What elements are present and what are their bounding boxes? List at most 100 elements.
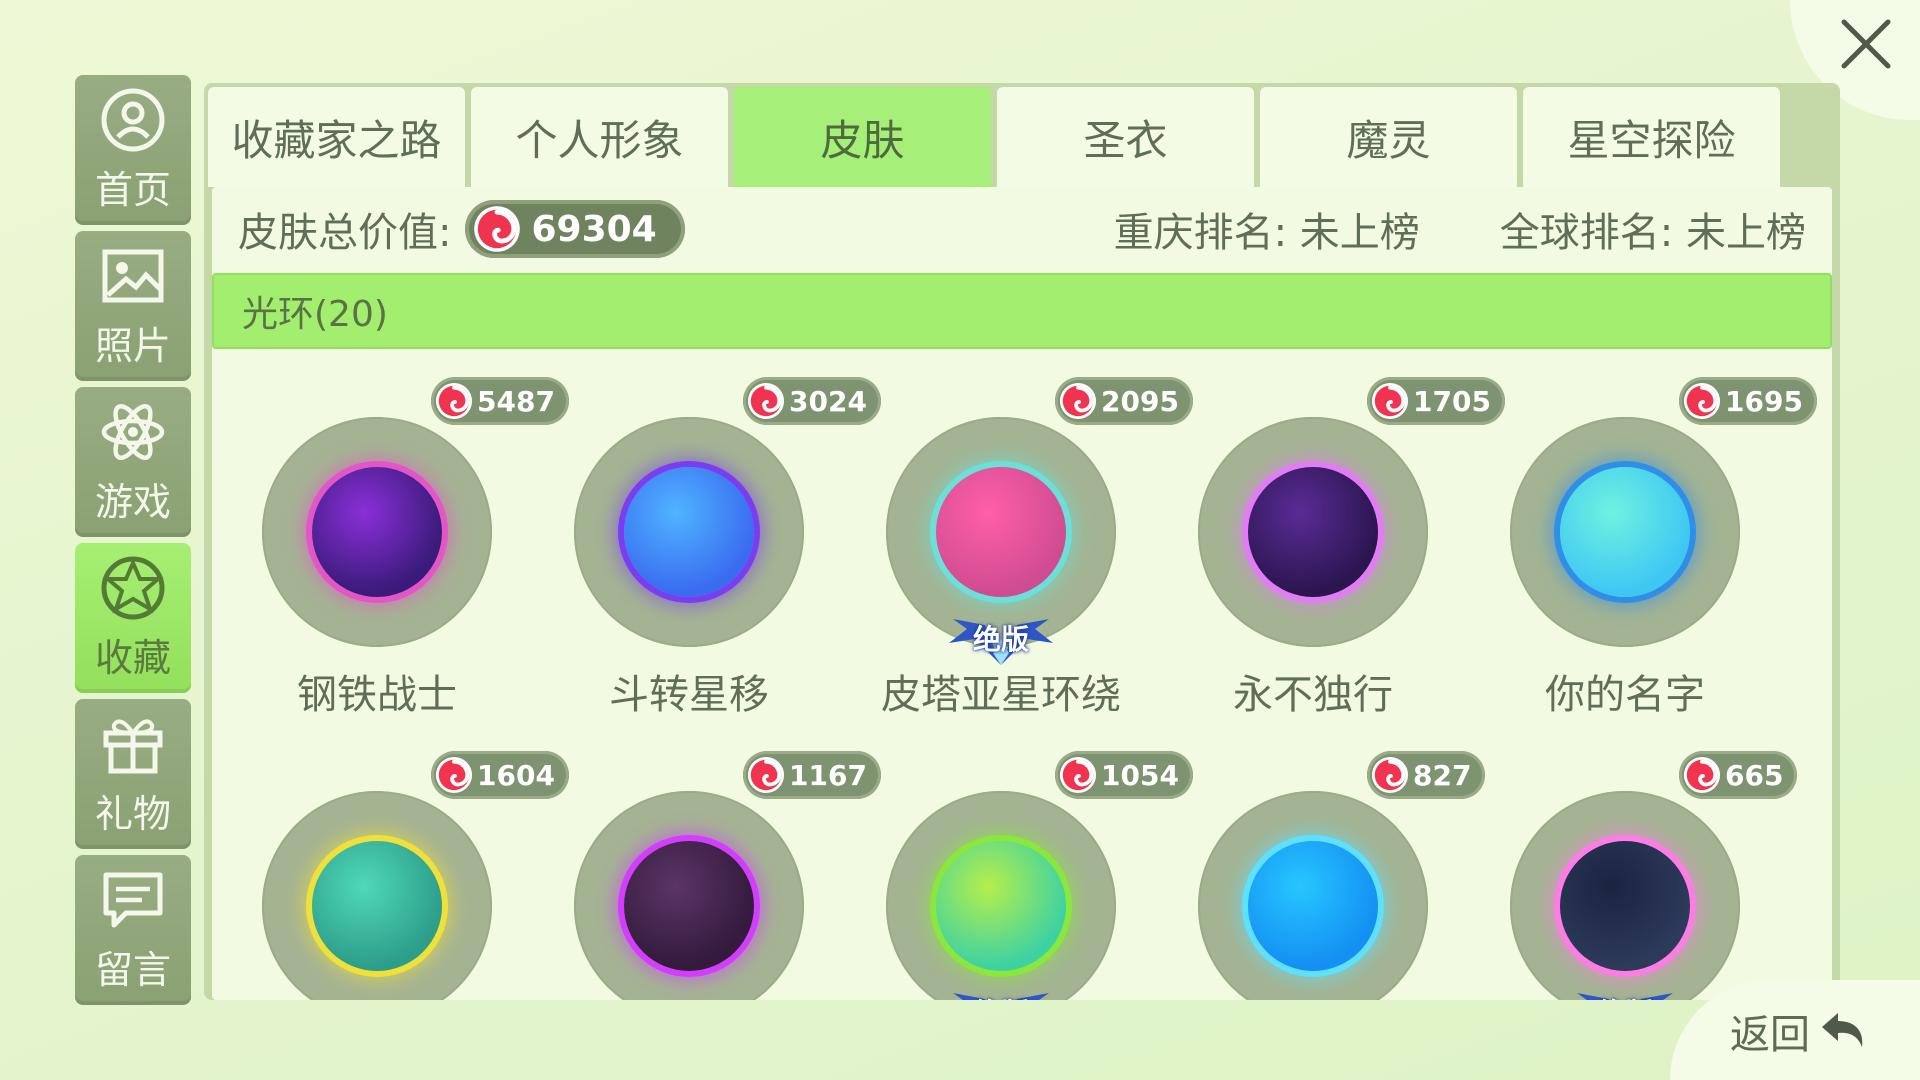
skin-item[interactable]: 1705 永不独行 bbox=[1182, 377, 1505, 718]
limited-badge-label: 绝版 bbox=[972, 623, 1029, 656]
home-person-icon bbox=[101, 88, 165, 151]
item-grid: 5487 钢铁战士 3024 斗转星移 2095 绝版 皮塔亚星环绕 1705 永不独行 1695… bbox=[212, 349, 1832, 1000]
skin-item[interactable]: 827 bbox=[1182, 751, 1494, 1000]
price-badge: 1167 bbox=[743, 751, 881, 799]
content-area: 皮肤总价值: 69304 重庆排名: 未上榜 全球排名: 未上榜 光环(20) … bbox=[212, 187, 1832, 1000]
price-value: 1054 bbox=[1101, 758, 1179, 792]
price-badge: 665 bbox=[1679, 751, 1798, 799]
sidebar-item-label: 收藏 bbox=[94, 635, 171, 680]
price-value: 2095 bbox=[1101, 384, 1179, 418]
candy-icon bbox=[1371, 382, 1409, 420]
halo-preview bbox=[936, 841, 1066, 971]
sidebar-item-home[interactable]: 首页 bbox=[75, 75, 191, 225]
candy-icon bbox=[747, 382, 785, 420]
star-collection-icon bbox=[101, 556, 165, 619]
sidebar-item-message[interactable]: 留言 bbox=[75, 855, 191, 1005]
message-icon bbox=[103, 872, 163, 927]
halo-preview bbox=[1248, 841, 1378, 971]
price-value: 1167 bbox=[789, 758, 867, 792]
close-button[interactable] bbox=[1834, 12, 1898, 76]
skin-item[interactable]: 1604 bbox=[246, 751, 569, 1000]
tab-star-exploration[interactable]: 星空探险 bbox=[1523, 87, 1780, 187]
tab-spirit[interactable]: 魔灵 bbox=[1260, 87, 1517, 187]
limited-badge-label: 绝版 bbox=[973, 992, 1029, 1000]
skin-item[interactable]: 1695 你的名字 bbox=[1494, 377, 1817, 718]
sidebar-item-label: 首页 bbox=[94, 167, 171, 212]
halo-frame bbox=[1198, 791, 1428, 1000]
total-value: 69304 bbox=[531, 208, 657, 250]
price-value: 1705 bbox=[1413, 384, 1491, 418]
close-icon bbox=[1841, 19, 1891, 69]
candy-icon bbox=[1683, 756, 1721, 794]
category-label: 光环(20) bbox=[242, 294, 388, 335]
price-badge: 1604 bbox=[431, 751, 569, 799]
tab-skin[interactable]: 皮肤 bbox=[734, 87, 991, 187]
price-value: 1604 bbox=[477, 758, 555, 792]
halo-preview bbox=[1560, 841, 1690, 971]
item-name: 斗转星移 bbox=[609, 672, 769, 718]
item-name: 你的名字 bbox=[1545, 672, 1705, 718]
sidebar-item-collection[interactable]: 收藏 bbox=[75, 543, 191, 693]
halo-preview bbox=[624, 841, 754, 971]
limited-badge: 绝版 bbox=[945, 609, 1057, 667]
skin-item[interactable]: 5487 钢铁战士 bbox=[246, 377, 569, 718]
sidebar-item-game[interactable]: 游戏 bbox=[75, 387, 191, 537]
halo-frame bbox=[1510, 791, 1740, 1000]
halo-preview bbox=[1248, 467, 1378, 597]
sidebar-item-label: 礼物 bbox=[94, 791, 171, 836]
price-value: 827 bbox=[1413, 758, 1472, 792]
tab-collector-road[interactable]: 收藏家之路 bbox=[208, 87, 465, 187]
total-value-label: 皮肤总价值: bbox=[238, 210, 452, 256]
price-badge: 5487 bbox=[431, 377, 569, 425]
halo-frame bbox=[574, 791, 804, 1000]
halo-frame bbox=[262, 417, 492, 647]
skin-item[interactable]: 2095 绝版皮塔亚星环绕 bbox=[870, 377, 1193, 718]
price-value: 5487 bbox=[477, 384, 555, 418]
skin-item[interactable]: 1167 bbox=[558, 751, 881, 1000]
limited-badge: 绝版 bbox=[945, 983, 1057, 1000]
sidebar: 首页 照片 游戏 收藏 礼物 留言 bbox=[75, 75, 191, 1005]
price-badge: 3024 bbox=[743, 377, 881, 425]
tab-holy-cloth[interactable]: 圣衣 bbox=[997, 87, 1254, 187]
tab-bar: 收藏家之路 个人形象 皮肤 圣衣 魔灵 星空探险 bbox=[208, 87, 1836, 187]
halo-frame bbox=[886, 791, 1116, 1000]
total-value-badge: 69304 bbox=[465, 200, 685, 258]
photo-icon bbox=[102, 249, 164, 302]
sidebar-item-label: 游戏 bbox=[94, 479, 171, 524]
price-badge: 2095 bbox=[1055, 377, 1193, 425]
limited-badge: 绝版 bbox=[1569, 983, 1681, 1000]
candy-icon bbox=[435, 756, 473, 794]
sidebar-item-gift[interactable]: 礼物 bbox=[75, 699, 191, 849]
candy-icon bbox=[1683, 382, 1721, 420]
sidebar-item-label: 照片 bbox=[94, 323, 171, 368]
halo-frame bbox=[1198, 417, 1428, 647]
price-badge: 1705 bbox=[1367, 377, 1505, 425]
candy-icon bbox=[1371, 756, 1409, 794]
halo-frame bbox=[1510, 417, 1740, 647]
main-panel: 收藏家之路 个人形象 皮肤 圣衣 魔灵 星空探险 皮肤总价值: 69304 重庆… bbox=[204, 83, 1840, 1000]
candy-icon bbox=[1059, 382, 1097, 420]
skin-item[interactable]: 1054 绝版 bbox=[870, 751, 1193, 1000]
candy-icon bbox=[1059, 756, 1097, 794]
skin-item[interactable]: 3024 斗转星移 bbox=[558, 377, 881, 718]
candy-icon bbox=[474, 206, 521, 252]
back-arrow-icon bbox=[1822, 1013, 1863, 1047]
halo-preview bbox=[624, 467, 754, 597]
halo-frame bbox=[574, 417, 804, 647]
sidebar-item-label: 留言 bbox=[94, 947, 171, 992]
limited-badge-label: 绝版 bbox=[1597, 992, 1653, 1000]
item-name: 皮塔亚星环绕 bbox=[881, 672, 1121, 718]
category-header[interactable]: 光环(20) bbox=[212, 273, 1832, 349]
stats-row: 皮肤总价值: 69304 重庆排名: 未上榜 全球排名: 未上榜 bbox=[212, 187, 1832, 271]
back-button[interactable]: 返回 bbox=[1730, 1000, 1872, 1062]
candy-icon bbox=[747, 756, 785, 794]
halo-preview bbox=[312, 841, 442, 971]
global-rank: 全球排名: 未上榜 bbox=[1499, 210, 1806, 256]
item-name: 永不独行 bbox=[1233, 672, 1393, 718]
tab-personal-image[interactable]: 个人形象 bbox=[471, 87, 728, 187]
sidebar-item-photo[interactable]: 照片 bbox=[75, 231, 191, 381]
halo-preview bbox=[312, 467, 442, 597]
halo-preview bbox=[936, 467, 1066, 597]
price-badge: 1054 bbox=[1055, 751, 1193, 799]
skin-item[interactable]: 665 绝版 bbox=[1494, 751, 1806, 1000]
